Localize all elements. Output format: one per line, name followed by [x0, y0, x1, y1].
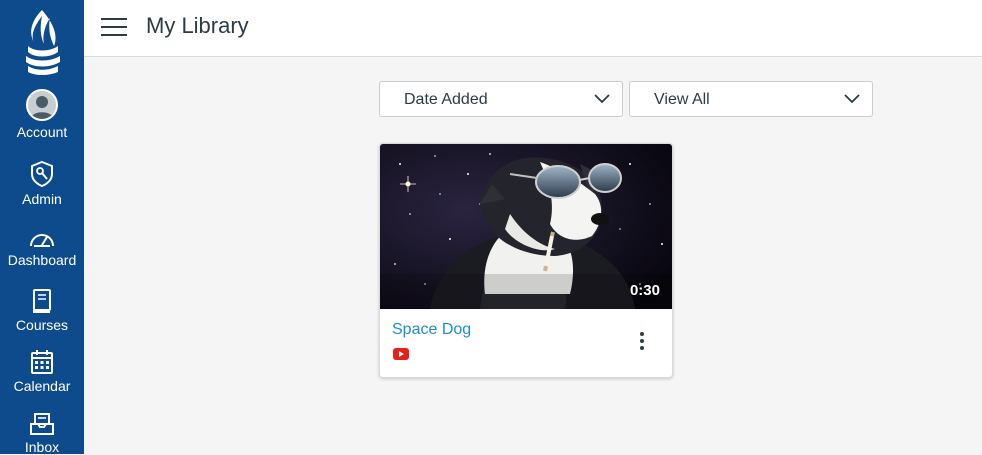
video-title-link[interactable]: Space Dog — [392, 321, 471, 339]
nav-item-label: Dashboard — [7, 252, 77, 268]
nav-item-label: Account — [16, 124, 68, 140]
school-logo-icon[interactable] — [20, 6, 64, 78]
more-options-icon[interactable] — [638, 332, 646, 354]
shield-icon — [31, 160, 53, 188]
nav-item-label: Courses — [15, 317, 69, 333]
nav-item-inbox[interactable]: Inbox — [0, 412, 84, 455]
view-select[interactable]: View All — [629, 81, 873, 117]
chevron-down-icon — [594, 94, 610, 104]
nav-item-label: Calendar — [13, 378, 71, 394]
sort-select-value: Date Added — [404, 91, 488, 108]
youtube-icon — [393, 348, 409, 360]
hamburger-menu-icon[interactable] — [101, 15, 129, 37]
nav-item-label: Inbox — [24, 439, 60, 455]
video-duration: 0:30 — [629, 282, 660, 299]
view-select-value: View All — [654, 91, 710, 108]
sort-select[interactable]: Date Added — [379, 81, 623, 117]
nav-item-dashboard[interactable]: Dashboard — [0, 229, 84, 268]
inbox-icon — [30, 413, 54, 435]
calendar-icon — [31, 350, 53, 374]
nav-item-account[interactable]: Account — [0, 89, 84, 140]
chevron-down-icon — [844, 94, 860, 104]
book-icon — [33, 289, 51, 313]
avatar — [26, 89, 58, 121]
speedometer-icon — [30, 234, 54, 247]
global-nav: Account Admin Dashboard Courses Calendar… — [0, 0, 84, 455]
page-title: My Library — [146, 13, 249, 38]
nav-item-label: Admin — [22, 191, 62, 207]
nav-item-admin[interactable]: Admin — [0, 160, 84, 207]
page-header: My Library — [84, 0, 982, 57]
nav-item-courses[interactable]: Courses — [0, 288, 84, 333]
nav-item-calendar[interactable]: Calendar — [0, 349, 84, 394]
video-thumbnail[interactable] — [380, 144, 672, 309]
video-card[interactable]: 0:30 Space Dog — [379, 143, 673, 378]
